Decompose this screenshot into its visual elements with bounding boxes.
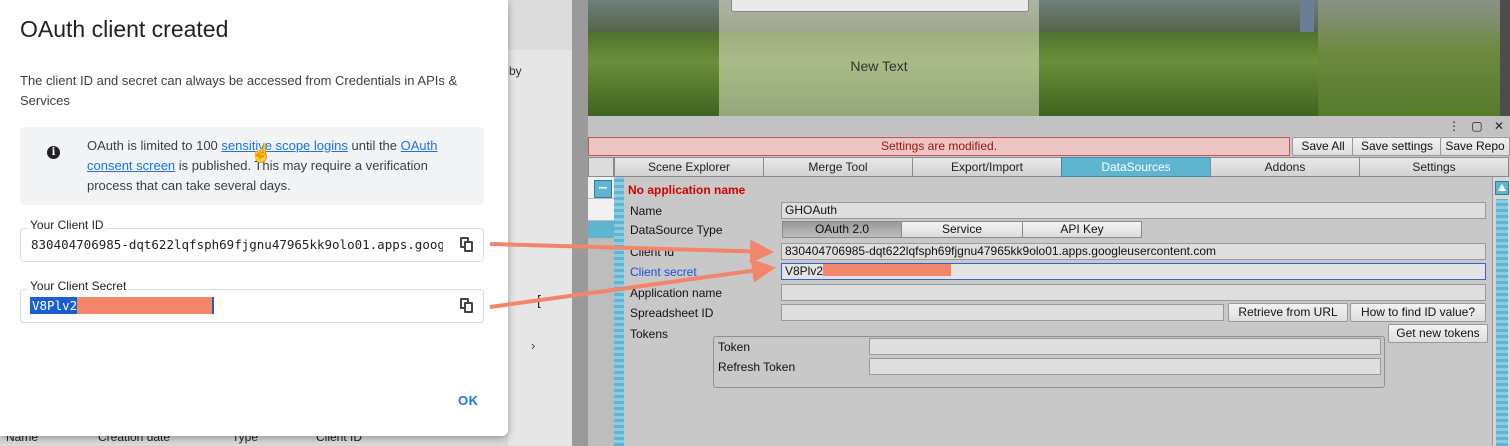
scroll-up-icon[interactable] [1495,181,1509,195]
tokens-label: Tokens [630,327,669,341]
ui-input-field[interactable] [731,0,1029,12]
info-notice: i OAuth is limited to 100 sensitive scop… [20,127,484,205]
copy-icon[interactable] [458,237,476,255]
background-strip [572,0,588,446]
client-secret-value[interactable]: V8Plv2 [30,297,215,314]
ui-text: New Text [850,58,908,74]
tab-export-import[interactable]: Export/Import [912,157,1062,177]
type-service-button[interactable]: Service [901,221,1023,238]
list-item-selected[interactable] [588,221,614,239]
panel-divider[interactable] [614,177,624,446]
scene-edge [1500,0,1510,116]
client-secret-label: Your Client Secret [28,279,129,293]
background-panel [508,50,572,446]
type-api-key-button[interactable]: API Key [1022,221,1142,238]
copy-icon[interactable] [458,298,476,316]
application-name-label: Application name [630,286,723,300]
redaction-block [823,264,952,276]
how-to-find-id-button[interactable]: How to find ID value? [1350,303,1486,322]
refresh-token-field[interactable] [869,358,1381,375]
tab-datasources[interactable]: DataSources [1061,157,1211,177]
background-side-text: by [509,64,522,78]
tab-scene-explorer[interactable]: Scene Explorer [614,157,764,177]
datasource-list [588,177,614,446]
datasource-type-toggle: OAuth 2.0 Service API Key [782,221,1142,238]
refresh-token-label: Refresh Token [718,360,796,374]
list-item[interactable] [588,199,614,221]
spreadsheet-id-label: Spreadsheet ID [630,306,714,320]
client-secret-field[interactable]: V8Plv2 [20,289,484,323]
info-icon: i [47,146,60,159]
oauth-created-dialog: OAuth client created The client ID and s… [0,0,508,436]
scene-object [1300,0,1314,32]
datasource-details: No application name Name GHOAuth DataSou… [624,177,1492,446]
tab-overflow[interactable] [588,157,614,177]
token-field[interactable] [869,338,1381,355]
save-all-button[interactable]: Save All [1292,137,1354,156]
save-settings-button[interactable]: Save settings [1352,137,1442,156]
sensitive-scope-logins-link[interactable]: sensitive scope logins [221,138,347,153]
editor-titlebar: ⋮ ▢ ✕ [588,116,1510,136]
ok-button[interactable]: OK [458,393,479,408]
bracket-icon: [ [537,292,541,308]
redaction-block [77,297,213,314]
scroll-thumb[interactable] [1496,199,1508,446]
type-oauth-button[interactable]: OAuth 2.0 [782,221,902,238]
tokens-group: Token Refresh Token [713,336,1385,388]
client-id-field[interactable]: 830404706985-dqt622lqfsph69fjgnu47965kk9… [781,243,1486,260]
spreadsheet-id-field[interactable] [781,304,1224,321]
client-secret-field[interactable]: V8Plv2 [781,263,1486,280]
application-name-field[interactable] [781,284,1486,301]
datasource-type-label: DataSource Type [630,223,723,237]
tab-settings[interactable]: Settings [1359,157,1509,177]
client-secret-text: V8Plv2 [785,264,824,278]
window-controls-icon[interactable]: ⋮ ▢ ✕ [1448,119,1508,133]
save-repo-button[interactable]: Save Repo [1440,137,1510,156]
info-text-part: until the [347,138,401,153]
hand-cursor-icon: ☝ [250,143,273,163]
dialog-title: OAuth client created [20,16,229,42]
retrieve-from-url-button[interactable]: Retrieve from URL [1228,303,1348,322]
editor-window: ⋮ ▢ ✕ Settings are modified. Save All Sa… [588,116,1510,446]
client-secret-text: V8Plv2 [32,298,78,313]
info-text-part: OAuth is limited to 100 [87,138,222,153]
scene-view[interactable]: New Text [588,0,1510,116]
token-label: Token [718,340,751,354]
vertical-scrollbar[interactable] [1492,177,1510,446]
tab-bar: Scene Explorer Merge Tool Export/Import … [614,157,1510,177]
settings-modified-banner: Settings are modified. [588,137,1290,156]
tab-addons[interactable]: Addons [1210,157,1360,177]
client-secret-label: Client secret [630,265,697,279]
client-id-field[interactable]: 830404706985-dqt622lqfsph69fjgnu47965kk9… [20,228,484,262]
client-id-label: Client Id [630,245,675,259]
client-id-label: Your Client ID [28,218,106,232]
scene-terrain-right [1318,0,1510,116]
get-new-tokens-button[interactable]: Get new tokens [1388,324,1488,343]
dialog-description: The client ID and secret can always be a… [20,73,458,108]
tab-merge-tool[interactable]: Merge Tool [763,157,913,177]
chevron-right-icon: › [531,338,536,353]
name-label: Name [630,204,663,218]
name-field[interactable]: GHOAuth [781,202,1486,219]
collapse-icon[interactable]: – [594,180,612,198]
client-id-value[interactable]: 830404706985-dqt622lqfsph69fjgnu47965kk9… [31,237,443,252]
warning-text: No application name [628,183,746,197]
